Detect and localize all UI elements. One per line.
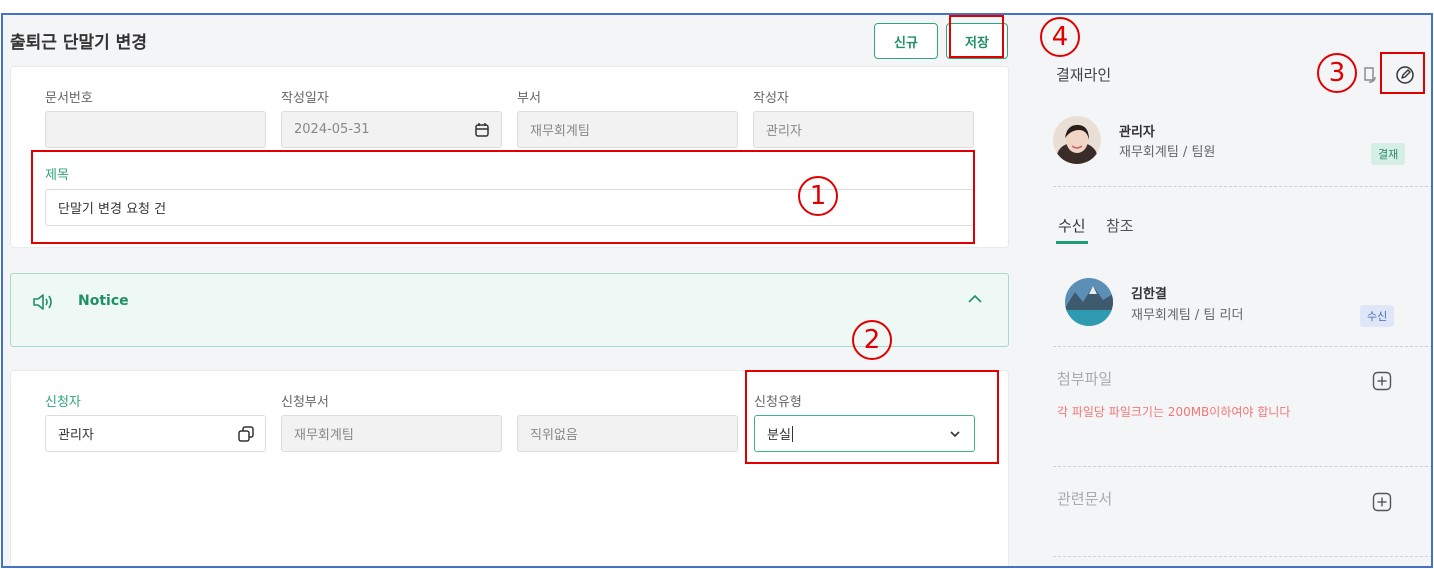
receiver-dept: 재무회계팀 / 팀 리더 bbox=[1131, 308, 1244, 323]
date-field[interactable]: 2024-05-31 bbox=[281, 111, 502, 148]
dept-field: 재무회계팀 bbox=[517, 111, 738, 148]
date-value: 2024-05-31 bbox=[294, 122, 370, 137]
approver-dept: 재무회계팀 / 팀원 bbox=[1119, 145, 1216, 160]
request-type-label: 신청유형 bbox=[754, 395, 802, 410]
writer-field: 관리자 bbox=[753, 111, 974, 148]
page-title: 출퇴근 단말기 변경 bbox=[10, 33, 147, 53]
receive-badge: 수신 bbox=[1360, 305, 1395, 327]
tab-receive[interactable]: 수신 bbox=[1058, 215, 1086, 236]
org-chart-icon[interactable] bbox=[1359, 65, 1379, 85]
request-dept-label: 신청부서 bbox=[281, 395, 329, 410]
applicant-label: 신청자 bbox=[45, 395, 81, 410]
divider bbox=[1053, 466, 1431, 467]
request-type-value: 분실 bbox=[767, 428, 791, 443]
approve-badge: 결재 bbox=[1371, 143, 1406, 165]
writer-label: 작성자 bbox=[753, 91, 789, 106]
related-docs-title: 관련문서 bbox=[1057, 490, 1113, 508]
notice-title: Notice bbox=[78, 293, 129, 309]
request-type-select[interactable]: 분실 bbox=[754, 415, 975, 452]
edit-icon[interactable] bbox=[1395, 65, 1415, 85]
speaker-icon bbox=[31, 291, 55, 313]
approval-panel: 결재라인 관리자 재무회계팀 / 팀원 결재 수신 참조 김한결 재무회계팀 /… bbox=[1011, 15, 1431, 566]
dept-label: 부서 bbox=[517, 91, 541, 106]
divider bbox=[1053, 186, 1431, 187]
add-related-doc-icon[interactable] bbox=[1372, 492, 1392, 512]
approver-avatar bbox=[1053, 116, 1101, 164]
doc-no-label: 문서번호 bbox=[45, 91, 93, 106]
annotation-number-2: 2 bbox=[852, 320, 892, 360]
chevron-down-icon[interactable] bbox=[946, 426, 964, 444]
text-cursor bbox=[791, 425, 793, 442]
request-dept-field: 재무회계팀 bbox=[281, 415, 502, 452]
annotation-number-4: 4 bbox=[1040, 17, 1080, 57]
subject-label: 제목 bbox=[45, 168, 69, 183]
save-button[interactable]: 저장 bbox=[946, 23, 1008, 59]
annotation-number-3: 3 bbox=[1317, 53, 1357, 93]
tab-reference[interactable]: 참조 bbox=[1106, 215, 1134, 236]
doc-no-field bbox=[45, 111, 266, 148]
applicant-field[interactable]: 관리자 bbox=[45, 415, 266, 452]
copy-icon[interactable] bbox=[237, 425, 255, 443]
add-attachment-icon[interactable] bbox=[1372, 371, 1392, 391]
receiver-name: 김한결 bbox=[1131, 287, 1167, 302]
receiver-avatar bbox=[1065, 278, 1113, 326]
attachment-size-warning: 각 파일당 파일크기는 200MB이하여야 합니다 bbox=[1057, 405, 1291, 419]
divider bbox=[1053, 346, 1431, 347]
approval-line-title: 결재라인 bbox=[1056, 66, 1112, 84]
attachments-title: 첨부파일 bbox=[1057, 370, 1113, 388]
document-info-card: 문서번호 작성일자 2024-05-31 부서 재무회계팀 작성자 관리자 제목… bbox=[10, 66, 1009, 248]
app-frame: 출퇴근 단말기 변경 신규 저장 문서번호 작성일자 2024-05-31 부서… bbox=[1, 13, 1433, 568]
position-field: 직위없음 bbox=[517, 415, 738, 452]
divider bbox=[1053, 556, 1431, 557]
new-button[interactable]: 신규 bbox=[874, 23, 938, 59]
date-label: 작성일자 bbox=[281, 91, 329, 106]
active-tab-indicator bbox=[1056, 241, 1088, 244]
request-card: 신청자 관리자 신청부서 재무회계팀 직위없음 신청유형 분실 bbox=[10, 370, 1009, 566]
applicant-value: 관리자 bbox=[58, 428, 94, 443]
calendar-icon[interactable] bbox=[473, 121, 491, 139]
chevron-up-icon[interactable] bbox=[966, 292, 984, 306]
annotation-number-1: 1 bbox=[798, 176, 838, 216]
approver-name: 관리자 bbox=[1119, 125, 1155, 140]
